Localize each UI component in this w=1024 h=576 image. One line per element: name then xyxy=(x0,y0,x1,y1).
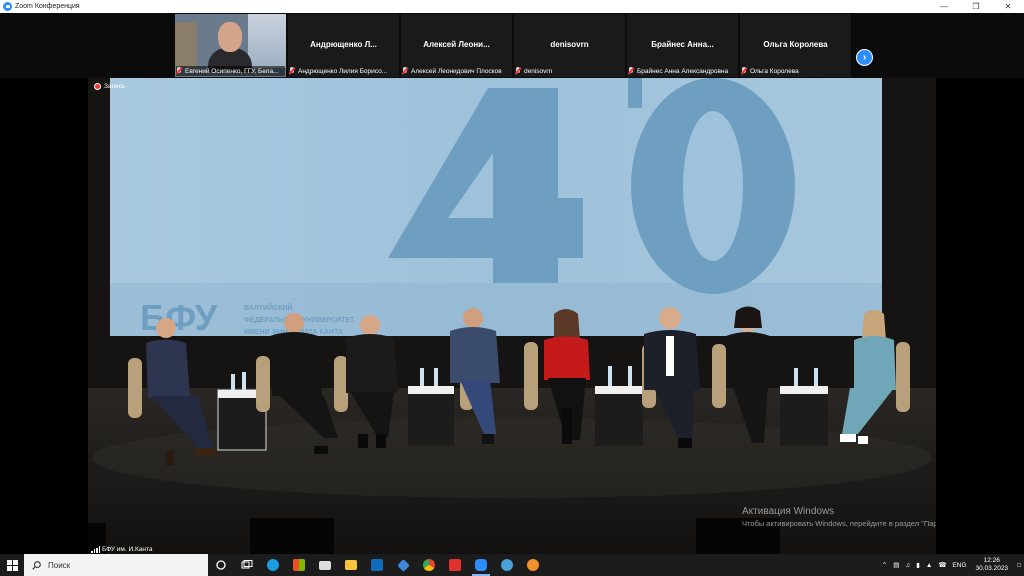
download-icon[interactable] xyxy=(390,554,416,576)
window-title: Zoom Конференция xyxy=(15,3,80,10)
active-speaker-label: БФУ им. И.Канта xyxy=(91,546,152,553)
next-page-button[interactable]: › xyxy=(856,49,873,66)
participant-tile[interactable]: Андрющенко Л... Андрющенко Лилия Борисо.… xyxy=(288,14,399,77)
chevron-right-icon: › xyxy=(862,52,867,63)
participant-caption: Андрющенко Лилия Борисо... xyxy=(289,66,398,76)
participant-name: Брайнес Анна... xyxy=(651,40,714,49)
zoom-app-icon xyxy=(3,2,12,11)
recording-indicator: Запись xyxy=(94,83,125,90)
participant-tile[interactable]: denisovrn denisovrn xyxy=(514,14,625,77)
mic-muted-icon xyxy=(741,67,747,75)
mail-icon[interactable] xyxy=(312,554,338,576)
stage-scene: БФУ БАЛТИЙСКИЙ ФЕДЕРАЛЬНЫЙ УНИВЕРСИТЕТ И… xyxy=(88,78,936,554)
system-tray: ⌃ ▤ ♫ ▮ ▲ ☎ ENG 12:26 30.03.2023 □ xyxy=(879,554,1024,576)
participant-caption: Евгений Осипенко, ГГУ, Бела... xyxy=(176,66,285,76)
banner-logo: БФУ xyxy=(140,297,218,338)
tray-chevron-up-icon[interactable]: ⌃ xyxy=(882,561,887,569)
participant-caption: Брайнес Анна Александровна xyxy=(628,66,737,76)
participant-face xyxy=(218,22,242,52)
clock-time: 12:26 xyxy=(983,557,1000,564)
maximize-button[interactable]: ❐ xyxy=(960,0,992,13)
participant-name: denisovrn xyxy=(550,40,589,49)
outlook-icon[interactable] xyxy=(364,554,390,576)
tray-volume-icon[interactable]: ♫ xyxy=(905,562,910,569)
mic-muted-icon xyxy=(515,67,521,75)
pinwheel-icon[interactable] xyxy=(494,554,520,576)
clock-date: 30.03.2023 xyxy=(975,565,1009,572)
windows-logo-icon xyxy=(6,559,18,571)
edge-icon[interactable] xyxy=(260,554,286,576)
participant-tile[interactable]: Алексей Леони... Алексей Леонидович Плос… xyxy=(401,14,512,77)
notifications-icon[interactable]: □ xyxy=(1017,562,1021,569)
file-explorer-icon[interactable] xyxy=(338,554,364,576)
language-indicator[interactable]: ENG xyxy=(952,562,966,569)
tray-wifi-icon[interactable]: ▲ xyxy=(926,562,932,569)
orange-app-icon[interactable] xyxy=(520,554,546,576)
main-video[interactable]: БФУ БАЛТИЙСКИЙ ФЕДЕРАЛЬНЫЙ УНИВЕРСИТЕТ И… xyxy=(88,78,936,554)
participant-tile-video[interactable]: Евгений Осипенко, ГГУ, Бела... xyxy=(175,14,286,77)
participant-tile[interactable]: Ольга Королева Ольга Королева xyxy=(740,14,851,77)
tray-battery-icon[interactable]: ▮ xyxy=(916,561,920,569)
tray-sound-icon[interactable]: ☎ xyxy=(938,561,946,569)
minimize-button[interactable]: — xyxy=(928,0,960,13)
mic-muted-icon xyxy=(176,67,182,75)
participant-strip: Евгений Осипенко, ГГУ, Бела... Андрющенк… xyxy=(0,13,1024,78)
participant-caption: denisovrn xyxy=(515,66,624,76)
mic-muted-icon xyxy=(402,67,408,75)
chrome-icon[interactable] xyxy=(416,554,442,576)
participant-name: Андрющенко Л... xyxy=(310,40,377,49)
window-controls: — ❐ ✕ xyxy=(928,0,1024,13)
signal-icon xyxy=(91,546,100,553)
cortana-icon[interactable] xyxy=(208,554,234,576)
participant-caption: Алексей Леонидович Плосков xyxy=(402,66,511,76)
task-view-icon[interactable] xyxy=(234,554,260,576)
search-box[interactable]: Поиск xyxy=(24,554,208,576)
clock[interactable]: 12:26 30.03.2023 xyxy=(976,557,1009,573)
start-button[interactable] xyxy=(0,554,24,576)
windows-activation-watermark: Активация Windows Чтобы активировать Win… xyxy=(742,506,936,528)
participant-tile[interactable]: Брайнес Анна... Брайнес Анна Александров… xyxy=(627,14,738,77)
tray-network-icon[interactable]: ▤ xyxy=(893,561,899,569)
search-icon xyxy=(32,560,41,570)
svg-text:БАЛТИЙСКИЙ: БАЛТИЙСКИЙ xyxy=(244,303,293,312)
mic-muted-icon xyxy=(289,67,295,75)
participant-name: Алексей Леони... xyxy=(423,40,490,49)
participant-caption: Ольга Королева xyxy=(741,66,850,76)
vivaldi-icon[interactable] xyxy=(442,554,468,576)
window-titlebar: Zoom Конференция — ❐ ✕ xyxy=(0,0,1024,13)
zoom-taskbar-icon[interactable] xyxy=(468,554,494,576)
participant-name: Ольга Королева xyxy=(763,40,828,49)
close-button[interactable]: ✕ xyxy=(992,0,1024,13)
store-icon[interactable] xyxy=(286,554,312,576)
mic-muted-icon xyxy=(628,67,634,75)
taskbar: Поиск ⌃ ▤ ♫ ▮ ▲ ☎ ENG 12:26 30.03.2023 □ xyxy=(0,554,1024,576)
record-icon xyxy=(94,83,101,90)
